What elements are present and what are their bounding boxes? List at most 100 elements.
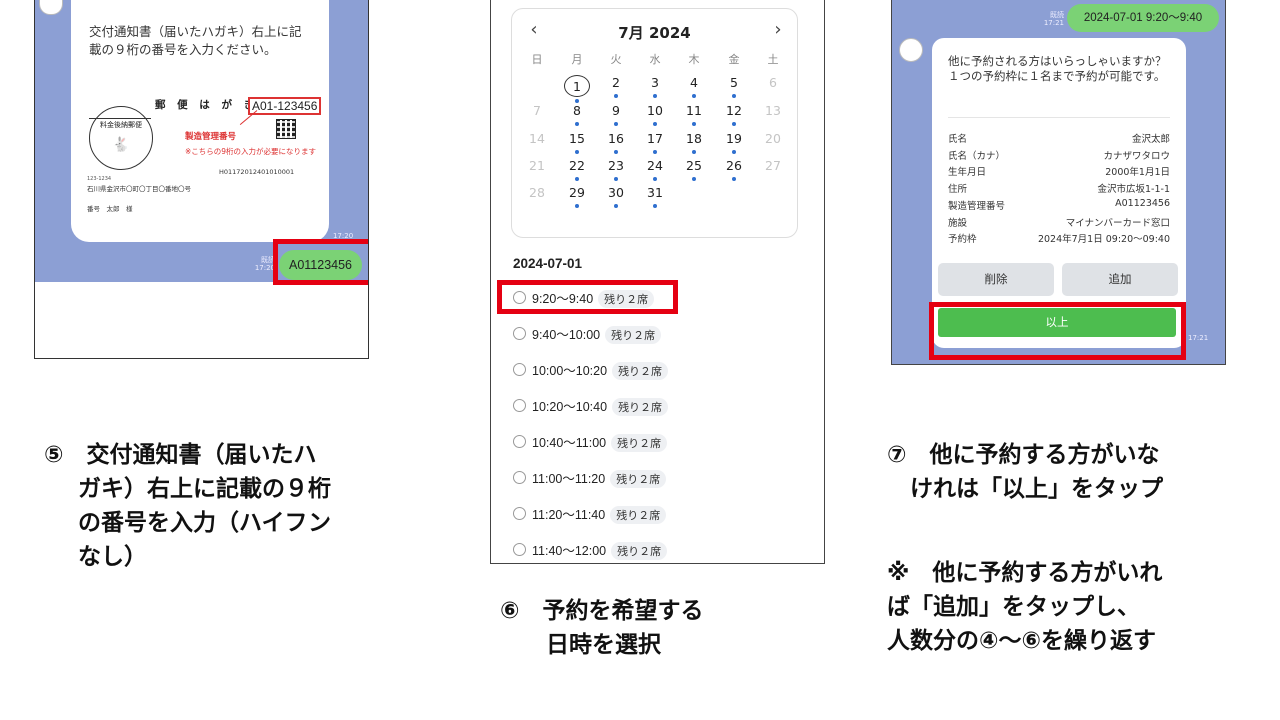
detail-key: 製造管理番号 [948, 200, 1006, 212]
delete-button[interactable]: 削除 [938, 263, 1054, 296]
time-slot[interactable]: 10:00〜10:20 残り２席 [513, 360, 669, 380]
bot-message-text: 交付通知書（届いたハガキ）右上に記 載の９桁の番号を入力ください。 [89, 24, 302, 57]
availability-dot [653, 122, 657, 126]
radio-button[interactable] [513, 363, 526, 376]
caption-note: ※ 他に予約する方がいれ ば「追加」をタップし、 人数分の④〜⑥を繰り返す [887, 560, 1163, 654]
chevron-right-icon[interactable]: › [766, 19, 790, 40]
time-slot-label: 10:40〜11:00 [532, 436, 607, 450]
availability-dot [732, 122, 736, 126]
calendar-day[interactable]: 9 [603, 103, 629, 118]
highlight-box [273, 239, 368, 285]
calendar-day[interactable]: 10 [642, 103, 668, 118]
calendar-day: 7 [533, 103, 541, 118]
calendar-day: 20 [765, 131, 781, 146]
postcard-zip: 123-1234 [87, 176, 112, 182]
postcard-title: 郵 便 は が き [155, 99, 259, 111]
availability-dot [614, 94, 618, 98]
calendar-day[interactable]: 29 [564, 185, 590, 200]
availability-dot [653, 177, 657, 181]
radio-button[interactable] [513, 507, 526, 520]
divider [948, 117, 1170, 118]
calendar-day: 28 [529, 185, 545, 200]
time-slot-label: 11:20〜11:40 [532, 508, 606, 522]
time-slot-label: 11:00〜11:20 [532, 472, 606, 486]
detail-row: 住所 金沢市広坂1-1-1 [948, 181, 1170, 196]
time-slot-label: 9:40〜10:00 [532, 328, 601, 342]
availability-dot [575, 204, 579, 208]
calendar-month: 7月 2024 [618, 24, 691, 42]
detail-row: 氏名 金沢太郎 [948, 131, 1170, 146]
calendar-day[interactable]: 23 [603, 158, 629, 173]
calendar-day[interactable]: 11 [681, 103, 707, 118]
time-slot[interactable]: 11:20〜11:40 残り２席 [513, 504, 667, 524]
availability-dot [614, 122, 618, 126]
calendar-day[interactable]: 15 [564, 131, 590, 146]
time-slot-label: 10:00〜10:20 [532, 364, 608, 378]
caption-step5: ⑤ 交付通知書（届いたハ ガキ）右上に記載の９桁 の番号を入力（ハイフン なし） [44, 442, 331, 570]
highlight-box [497, 280, 678, 314]
detail-row: 予約枠 2024年7月1日 09:20〜09:40 [948, 231, 1170, 246]
radio-button[interactable] [513, 435, 526, 448]
time-slot[interactable]: 11:00〜11:20 残り２席 [513, 468, 667, 488]
weekday-label: 水 [649, 53, 661, 66]
availability-dot [575, 177, 579, 181]
time-slot[interactable]: 10:20〜10:40 残り２席 [513, 396, 669, 416]
detail-value: カナザワタロウ [1103, 150, 1170, 162]
calendar-day[interactable]: 5 [721, 75, 747, 90]
calendar-day[interactable]: 22 [564, 158, 590, 173]
seats-remaining-badge: 残り２席 [611, 434, 668, 452]
calendar-day[interactable]: 16 [603, 131, 629, 146]
detail-row: 氏名（カナ） カナザワタロウ [948, 148, 1170, 163]
detail-value: 2024年7月1日 09:20〜09:40 [1037, 234, 1170, 246]
bot-avatar [899, 38, 923, 62]
step5-screenshot: 交付通知書（届いたハガキ）右上に記 載の９桁の番号を入力ください。 郵 便 は … [34, 0, 369, 359]
manufacture-number-label: 製造管理番号 [185, 132, 237, 142]
calendar-day[interactable]: 1 [564, 75, 590, 97]
time-slot[interactable]: 10:40〜11:00 残り２席 [513, 432, 668, 452]
postcard-address: 石川県金沢市〇町〇丁目〇番地〇号 [87, 185, 191, 193]
calendar-day[interactable]: 2 [603, 75, 629, 90]
calendar-day[interactable]: 8 [564, 103, 590, 118]
radio-button[interactable] [513, 327, 526, 340]
calendar-day[interactable]: 19 [721, 131, 747, 146]
calendar-day[interactable]: 4 [681, 75, 707, 90]
calendar-day[interactable]: 17 [642, 131, 668, 146]
weekday-label: 火 [610, 53, 622, 66]
calendar-day[interactable]: 26 [721, 158, 747, 173]
availability-dot [692, 94, 696, 98]
calendar-day: 21 [529, 158, 545, 173]
postcard-number-highlight: A01-123456 [248, 97, 322, 115]
calendar-day[interactable]: 12 [721, 103, 747, 118]
seats-remaining-badge: 残り２席 [611, 542, 668, 560]
availability-dot [692, 150, 696, 154]
calendar-day[interactable]: 24 [642, 158, 668, 173]
radio-button[interactable] [513, 471, 526, 484]
detail-key: 施設 [948, 217, 968, 229]
detail-value: 2000年1月1日 [1105, 167, 1170, 179]
calendar-day[interactable]: 3 [642, 75, 668, 90]
postcard-id-line: H01172012401010001 [219, 168, 295, 176]
availability-dot [575, 150, 579, 154]
calendar-day[interactable]: 30 [603, 185, 629, 200]
availability-dot [575, 122, 579, 126]
detail-key: 予約枠 [948, 234, 977, 246]
calendar-day[interactable]: 31 [642, 185, 668, 200]
caption-step7: ⑦ 他に予約する方がいな けれは「以上」をタップ [887, 442, 1163, 502]
detail-row: 施設 マイナンバーカード窓口 [948, 215, 1170, 230]
availability-dot [614, 204, 618, 208]
availability-dot [732, 177, 736, 181]
calendar-day: 6 [769, 75, 777, 90]
radio-button[interactable] [513, 543, 526, 556]
availability-dot [692, 177, 696, 181]
calendar-day: 27 [765, 158, 781, 173]
availability-dot [732, 150, 736, 154]
radio-button[interactable] [513, 399, 526, 412]
availability-dot [692, 122, 696, 126]
time-slot[interactable]: 11:40〜12:00 残り２席 [513, 540, 668, 560]
seats-remaining-badge: 残り２席 [612, 398, 669, 416]
calendar-day[interactable]: 25 [681, 158, 707, 173]
add-button[interactable]: 追加 [1062, 263, 1178, 296]
time-slot[interactable]: 9:40〜10:00 残り２席 [513, 324, 662, 344]
calendar-day[interactable]: 18 [681, 131, 707, 146]
manufacture-number-note: ※こちらの9桁の入力が必要になります [185, 147, 317, 156]
